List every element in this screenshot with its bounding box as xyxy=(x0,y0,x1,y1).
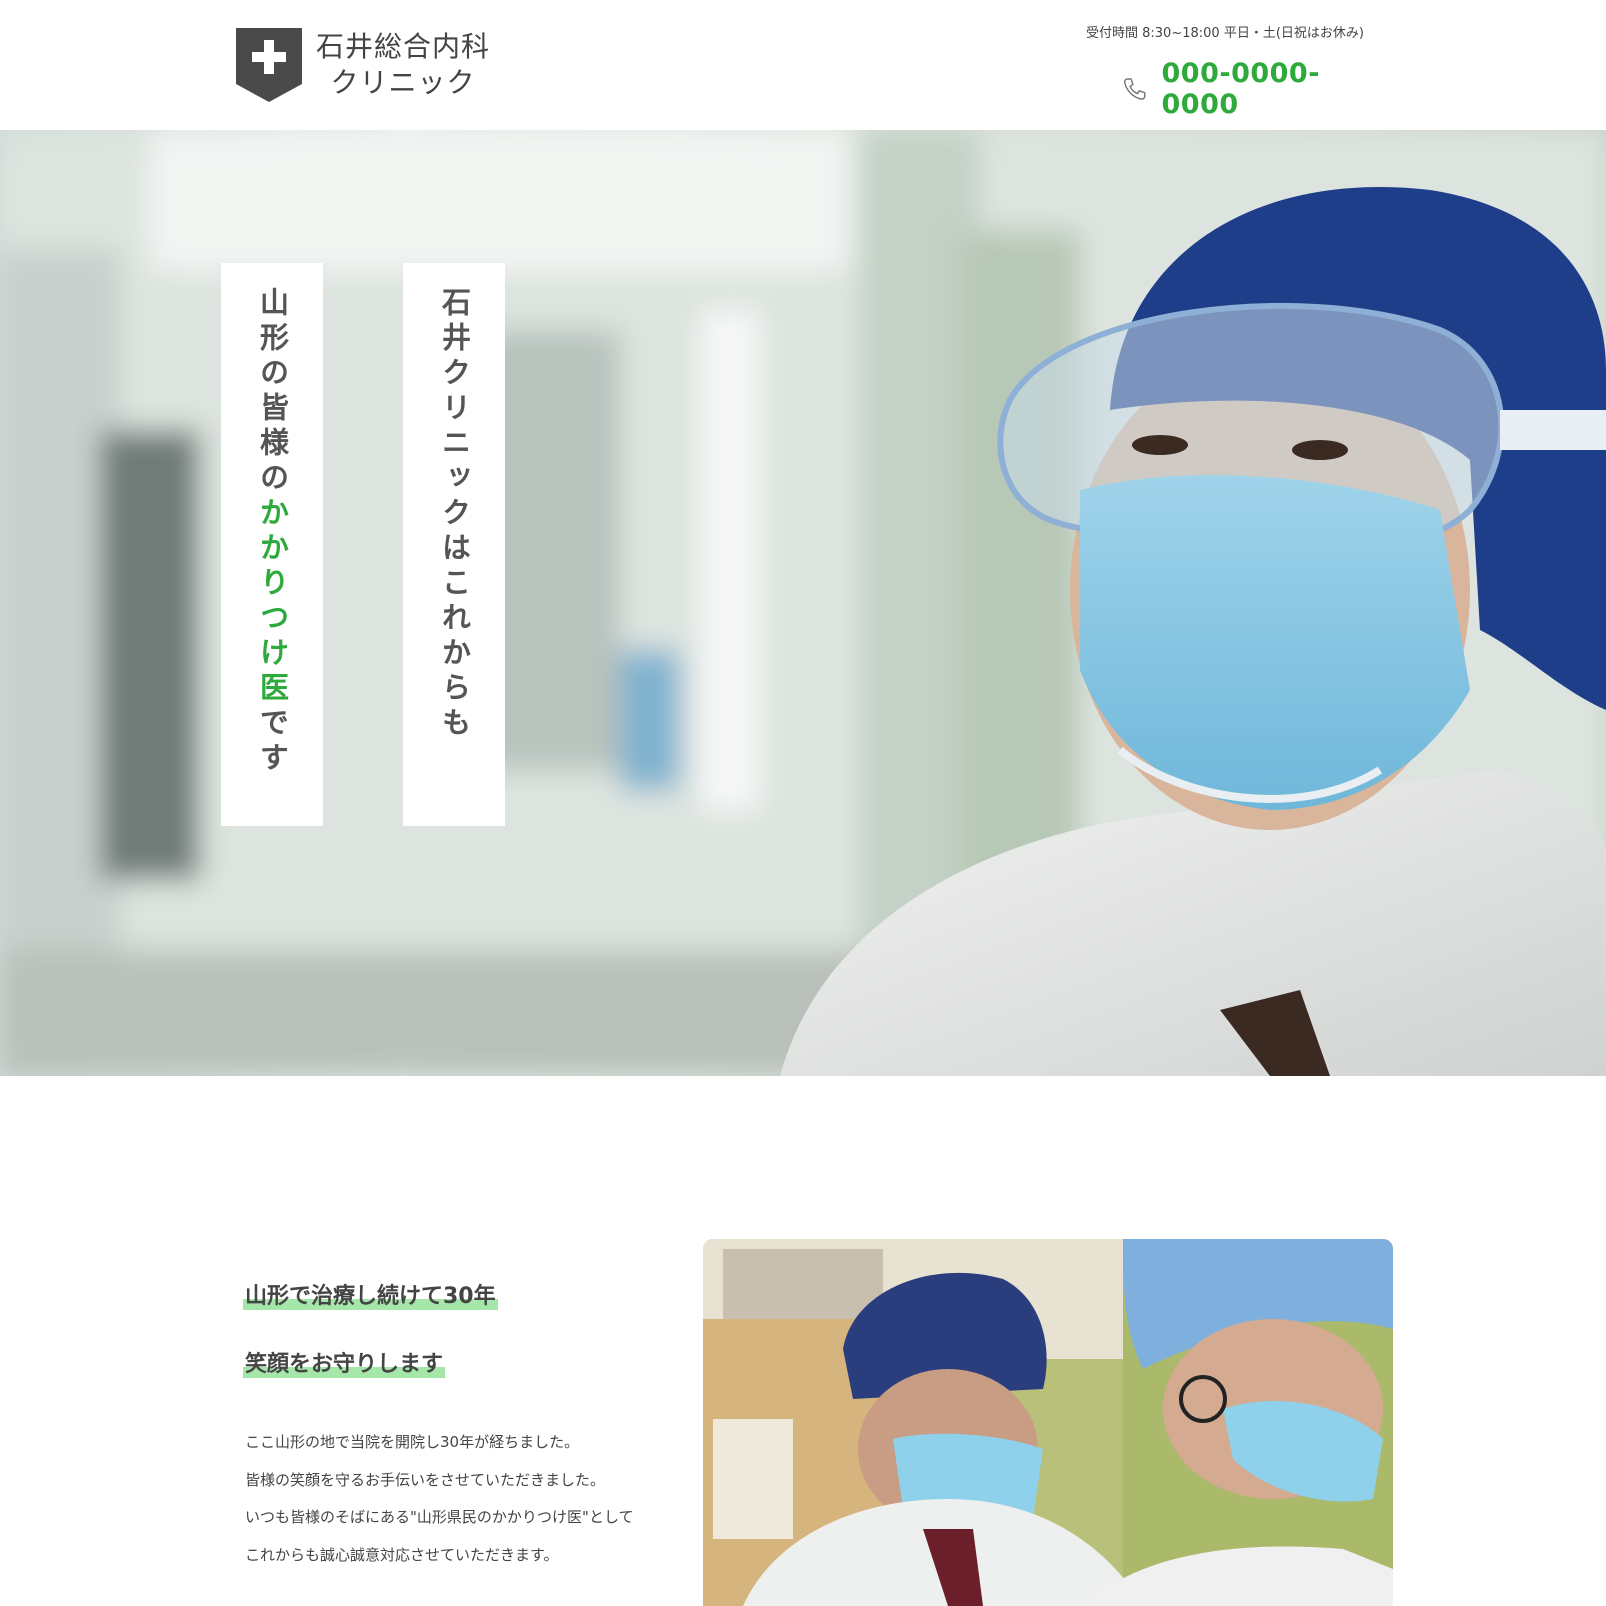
phone-link[interactable]: 000-0000-0000 xyxy=(1122,58,1376,120)
intro-line-3: いつも皆様のそばにある"山形県民のかかりつけ医"として xyxy=(245,1508,634,1526)
site-header: 石井総合内科 クリニック 受付時間 8:30~18:00 平日・土(日祝はお休み… xyxy=(0,0,1606,130)
hero-catch-box-right: 石井クリニックはこれからも xyxy=(403,263,505,826)
clinic-name-line1: 石井総合内科 xyxy=(316,30,491,63)
reception-hours: 受付時間 8:30~18:00 平日・土(日祝はお休み) xyxy=(1086,26,1364,41)
hero-catch-left-after: です xyxy=(255,707,290,777)
clinic-logo[interactable]: 石井総合内科 クリニック xyxy=(236,28,490,102)
intro-line-1: ここ山形の地で当院を開院し30年が経ちました。 xyxy=(245,1433,580,1451)
intro-line-4: これからも誠心誠意対応させていただきます。 xyxy=(245,1545,559,1564)
contact-info: 受付時間 8:30~18:00 平日・土(日祝はお休み) 000-0000-00… xyxy=(1086,26,1376,120)
clinic-name: 石井総合内科 クリニック xyxy=(316,29,490,101)
intro-headline-2: 笑顔をお守りします xyxy=(243,1346,446,1378)
intro-headline-1: 山形で治療し続けて30年 xyxy=(243,1278,498,1310)
medical-cross-shield-icon xyxy=(236,28,302,102)
phone-number: 000-0000-0000 xyxy=(1161,58,1320,120)
intro-line-2: 皆様の笑顔を守るお手伝いをさせていただきました。 xyxy=(245,1470,606,1489)
hero-catch-right: 石井クリニックはこれからも xyxy=(437,287,472,742)
intro-doctors-photo xyxy=(703,1239,1393,1606)
hero-catch-box-left: 山形の皆様のかかりつけ医です xyxy=(221,263,323,826)
intro-paragraph: ここ山形の地で当院を開院し30年が経ちました。 皆様の笑顔を守るお手伝いをさせて… xyxy=(245,1424,634,1574)
hero-catch-left-highlight: かかりつけ医 xyxy=(255,497,290,707)
hero-section: 石井クリニックはこれからも 山形の皆様のかかりつけ医です xyxy=(0,130,1606,1076)
hero-catch-left: 山形の皆様のかかりつけ医です xyxy=(255,287,290,826)
hero-catch-left-before: 山形の皆様の xyxy=(255,287,290,497)
clinic-name-line2: クリニック xyxy=(330,66,476,99)
phone-icon xyxy=(1123,78,1146,100)
